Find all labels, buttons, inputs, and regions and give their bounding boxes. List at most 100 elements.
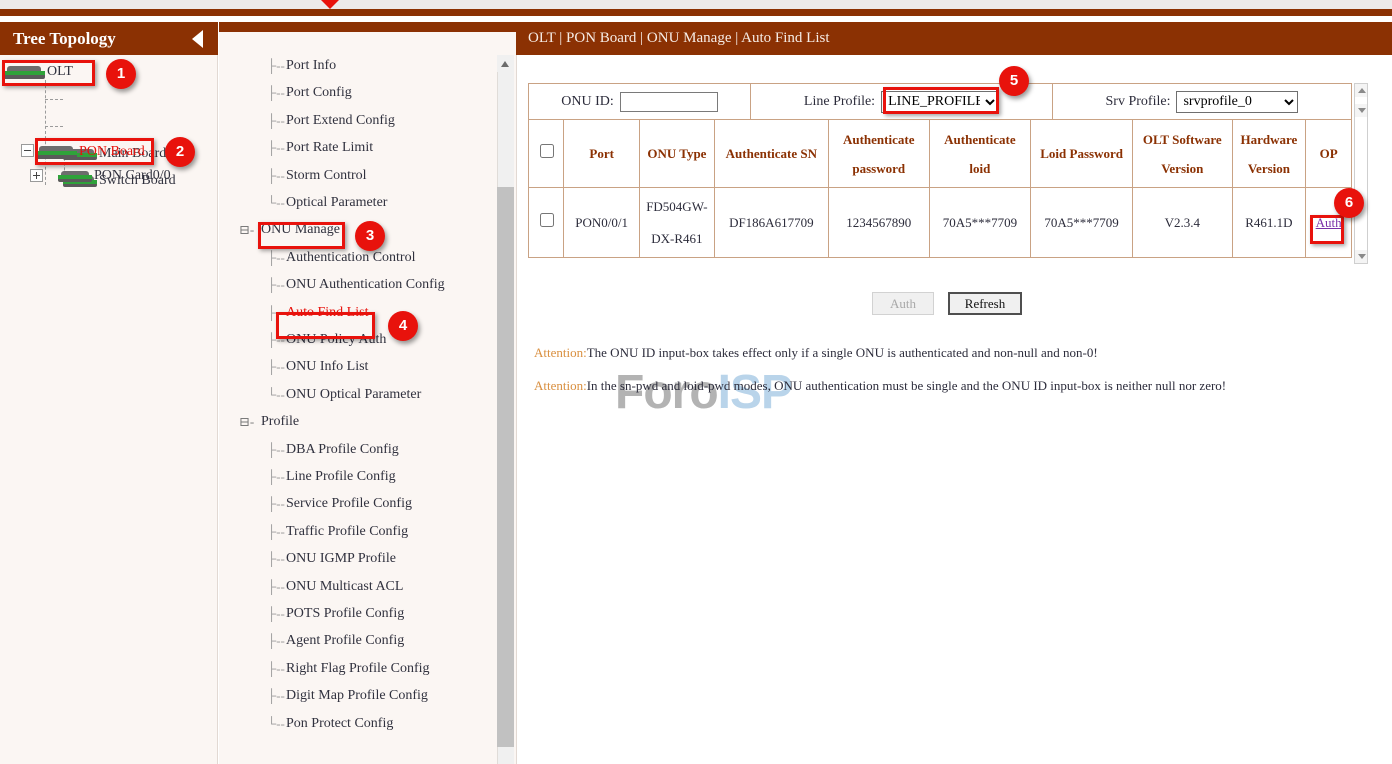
tree-connector <box>45 80 46 185</box>
menu-item-line-profile-config[interactable]: Line Profile Config <box>286 469 396 485</box>
cell-onu-type: FD504GW-DX-R461 <box>640 188 715 258</box>
menu-tree-connector: └-- <box>267 195 285 211</box>
cell-authenticate-password: 1234567890 <box>828 188 929 258</box>
menu-tree-connector: ├-- <box>267 442 285 458</box>
menu-item-agent-profile-config[interactable]: Agent Profile Config <box>286 633 404 649</box>
annotation-box-6 <box>1310 215 1344 244</box>
menu-tree-connector: ├-- <box>267 58 285 74</box>
menu-item-onu-multicast-acl[interactable]: ONU Multicast ACL <box>286 579 403 595</box>
menu-scrollbar-thumb[interactable] <box>497 187 514 747</box>
menu-item-port-extend-config[interactable]: Port Extend Config <box>286 113 395 129</box>
annotation-badge-4: 4 <box>388 311 418 341</box>
menu-tree-connector: ├-- <box>267 250 285 266</box>
col-onu-type: ONU Type <box>640 120 715 188</box>
tree-expander-pon-board[interactable] <box>21 144 34 157</box>
onu-id-filter: ONU ID: <box>529 84 751 119</box>
menu-tree-connector: ├-- <box>267 524 285 540</box>
table-scroll-up-arrow-icon[interactable] <box>1355 84 1367 97</box>
menu-item-onu-igmp-profile[interactable]: ONU IGMP Profile <box>286 551 396 567</box>
auth-button[interactable]: Auth <box>872 292 934 315</box>
notice-2-tag: Attention: <box>534 378 587 393</box>
menu-tree-connector: ├-- <box>267 661 285 677</box>
col-port: Port <box>564 120 640 188</box>
onu-id-label: ONU ID: <box>561 94 614 110</box>
menu-item-authentication-control[interactable]: Authentication Control <box>286 250 415 266</box>
top-accent-bar <box>0 9 1392 16</box>
notice-1-text: The ONU ID input-box takes effect only i… <box>587 345 1098 360</box>
menu-tree-connector: ├-- <box>267 140 285 156</box>
menu-item-port-info[interactable]: Port Info <box>286 58 336 74</box>
menu-tree-connector: ├-- <box>267 168 285 184</box>
menu-tree-connector: └-- <box>267 387 285 403</box>
menu-tree-connector: ├-- <box>267 579 285 595</box>
menu-scroll-up-arrow-icon[interactable] <box>497 55 514 72</box>
red-arrow-marker-icon <box>321 0 339 9</box>
menu-item-optical-parameter[interactable]: Optical Parameter <box>286 195 387 211</box>
table-scroll-down-arrow-icon[interactable] <box>1355 104 1367 117</box>
notice-2-text: In the sn-pwd and loid-pwd modes, ONU au… <box>587 378 1226 393</box>
col-loid-password: Loid Password <box>1031 120 1133 188</box>
annotation-box-2 <box>35 138 154 165</box>
table-scrollbar[interactable] <box>1354 83 1368 264</box>
breadcrumb: OLT | PON Board | ONU Manage | Auto Find… <box>516 22 1392 55</box>
col-op: OP <box>1306 120 1352 188</box>
annotation-badge-3: 3 <box>355 221 385 251</box>
col-hardware-version: HardwareVersion <box>1232 120 1306 188</box>
select-all-cell <box>529 120 564 188</box>
select-all-checkbox[interactable] <box>540 144 554 158</box>
menu-item-onu-authentication-config[interactable]: ONU Authentication Config <box>286 277 445 293</box>
tree-node-pon-card[interactable]: PON Card0/0 <box>58 168 171 184</box>
cell-loid-password: 70A5***7709 <box>1031 188 1133 258</box>
srv-profile-label: Srv Profile: <box>1106 94 1171 110</box>
menu-tree-connector: ├-- <box>267 688 285 704</box>
refresh-button[interactable]: Refresh <box>948 292 1022 315</box>
srv-profile-filter: Srv Profile: srvprofile_0 <box>1053 84 1351 119</box>
cell-authenticate-loid: 70A5***7709 <box>929 188 1031 258</box>
menu-item-digit-map-profile-config[interactable]: Digit Map Profile Config <box>286 688 428 704</box>
tree-node-label: PON Card0/0 <box>94 168 171 183</box>
annotation-box-5 <box>883 87 999 114</box>
menu-item-pots-profile-config[interactable]: POTS Profile Config <box>286 606 404 622</box>
menu-item-port-config[interactable]: Port Config <box>286 85 352 101</box>
line-profile-label: Line Profile: <box>804 94 875 110</box>
menu-item-storm-control[interactable]: Storm Control <box>286 168 367 184</box>
onu-id-input[interactable] <box>620 92 718 112</box>
notice-1: Attention:The ONU ID input-box takes eff… <box>534 345 1098 361</box>
menu-item-onu-info-list[interactable]: ONU Info List <box>286 359 368 375</box>
menu-item-dba-profile-config[interactable]: DBA Profile Config <box>286 442 399 458</box>
menu-item-right-flag-profile-config[interactable]: Right Flag Profile Config <box>286 661 430 677</box>
menu-tree-connector: ⊟- <box>239 222 254 238</box>
tree-expander-pon-card[interactable] <box>30 169 43 182</box>
col-authenticate-sn: Authenticate SN <box>714 120 828 188</box>
annotation-badge-5: 5 <box>999 66 1029 96</box>
annotation-badge-6: 6 <box>1334 188 1364 218</box>
menu-tree-connector: ├-- <box>267 359 285 375</box>
srv-profile-select[interactable]: srvprofile_0 <box>1176 91 1298 113</box>
table-header-row: Port ONU Type Authenticate SN Authentica… <box>529 120 1352 188</box>
col-authenticate-loid: Authenticateloid <box>929 120 1031 188</box>
tree-connector <box>45 99 63 100</box>
action-button-row: Auth Refresh <box>528 292 1368 316</box>
collapse-panel-arrow-icon[interactable] <box>192 30 203 48</box>
menu-item-port-rate-limit[interactable]: Port Rate Limit <box>286 140 373 156</box>
tree-topology-title: Tree Topology <box>13 29 116 48</box>
row-checkbox[interactable] <box>540 213 554 227</box>
table-scroll-down-arrow-icon-2[interactable] <box>1355 250 1367 263</box>
menu-item-service-profile-config[interactable]: Service Profile Config <box>286 496 412 512</box>
menu-tree-connector: ├-- <box>267 85 285 101</box>
menu-item-onu-optical-parameter[interactable]: ONU Optical Parameter <box>286 387 421 403</box>
menu-item-profile[interactable]: Profile <box>261 414 299 430</box>
annotation-box-3 <box>258 222 345 249</box>
menu-tree-connector: ├-- <box>267 469 285 485</box>
device-shelf-icon <box>58 171 92 182</box>
menu-tree-connector: ├-- <box>267 113 285 129</box>
menu-item-traffic-profile-config[interactable]: Traffic Profile Config <box>286 524 408 540</box>
menu-tree-connector: └-- <box>267 716 285 732</box>
menu-tree-connector: ├-- <box>267 633 285 649</box>
table-row[interactable]: PON0/0/1 FD504GW-DX-R461 DF186A617709 12… <box>529 188 1352 258</box>
cell-authenticate-sn: DF186A617709 <box>714 188 828 258</box>
menu-item-pon-protect-config[interactable]: Pon Protect Config <box>286 716 393 732</box>
menu-tree-header-strip <box>219 22 516 32</box>
notice-1-tag: Attention: <box>534 345 587 360</box>
app-window: Tree Topology OLT Main Board .tree-node.… <box>0 0 1392 764</box>
